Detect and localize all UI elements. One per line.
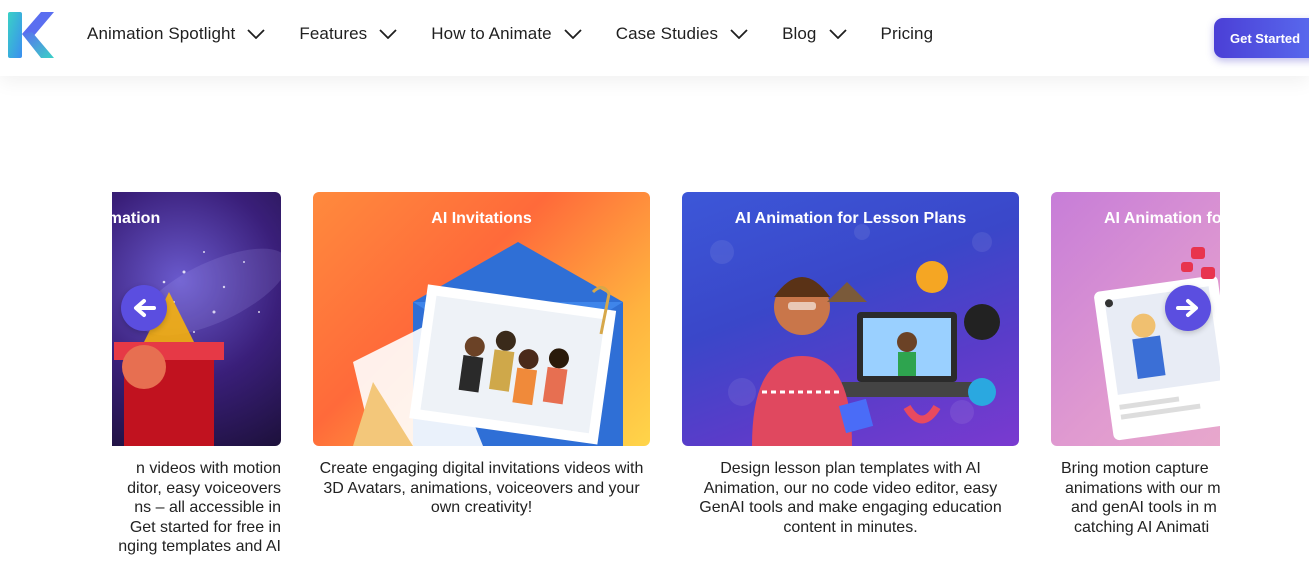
card-description: Bring motion capture animations with our… (1051, 459, 1220, 537)
card-title: Animation (112, 210, 161, 227)
nav-animation-spotlight[interactable]: Animation Spotlight (87, 24, 266, 44)
desc-line: nging templates and AI (118, 538, 281, 555)
desc-line: Bring motion capture (1061, 460, 1209, 477)
desc-line: animations with our m (1065, 479, 1220, 497)
nav-label: Blog (782, 24, 817, 43)
use-case-carousel: Animation n videos with motion ditor, ea… (112, 192, 1220, 561)
nav-pricing[interactable]: Pricing (881, 24, 934, 44)
carousel-card[interactable]: AI Invitations Create engaging digital i… (313, 192, 650, 518)
carousel-card[interactable]: Animation n videos with motion ditor, ea… (112, 192, 281, 557)
carousel-next-button[interactable] (1165, 285, 1211, 331)
invitation-graphic (353, 242, 623, 446)
desc-line: ns – all accessible in (134, 499, 281, 516)
card-description: Design lesson plan templates with AI Ani… (699, 460, 1002, 536)
nav-case-studies[interactable]: Case Studies (616, 24, 748, 44)
card-title: AI Animation fo (1104, 210, 1220, 227)
chevron-down-icon (379, 29, 397, 39)
nav-blog[interactable]: Blog (782, 24, 847, 44)
card-title: AI Invitations (431, 210, 532, 227)
desc-line: and genAI tools in m (1071, 499, 1217, 516)
card-title: AI Animation for Lesson Plans (734, 210, 967, 227)
carousel-card[interactable]: AI Animation fo Bring motion capture ani… (1051, 192, 1220, 537)
site-header: Animation Spotlight Features How to Anim… (0, 0, 1309, 76)
main-nav: Animation Spotlight Features How to Anim… (87, 24, 967, 44)
desc-line: Get started for free in (129, 518, 281, 536)
chevron-down-icon (247, 29, 266, 39)
chevron-down-icon (730, 29, 748, 39)
get-started-button[interactable]: Get Started (1214, 18, 1309, 58)
card-image[interactable]: AI Invitations (313, 192, 650, 446)
chevron-down-icon (564, 29, 582, 39)
nav-how-to-animate[interactable]: How to Animate (431, 24, 582, 44)
nav-label: Case Studies (615, 24, 719, 43)
chevron-down-icon (828, 29, 847, 39)
card-description: Create engaging digital invitations vide… (319, 460, 644, 516)
desc-line: catching AI Animati (1074, 518, 1210, 536)
nav-label: Animation Spotlight (87, 24, 236, 43)
card-image[interactable]: AI Animation for Lesson Plans (682, 192, 1019, 446)
kreado-logo-icon[interactable] (8, 12, 54, 58)
arrow-left-icon (134, 299, 156, 317)
carousel-prev-button[interactable] (121, 285, 167, 331)
nav-label: Pricing (880, 24, 934, 43)
lesson-plan-graphic (710, 224, 1000, 446)
desc-line: n videos with motion (136, 460, 281, 477)
card-description: n videos with motion ditor, easy voiceov… (112, 459, 281, 557)
nav-label: Features (299, 24, 368, 43)
nav-features[interactable]: Features (299, 24, 397, 44)
arrow-right-icon (1176, 299, 1198, 317)
carousel-card[interactable]: AI Animation for Lesson Plans Design les… (682, 192, 1019, 537)
desc-line: ditor, easy voiceovers (127, 479, 281, 497)
nav-label: How to Animate (431, 24, 552, 43)
